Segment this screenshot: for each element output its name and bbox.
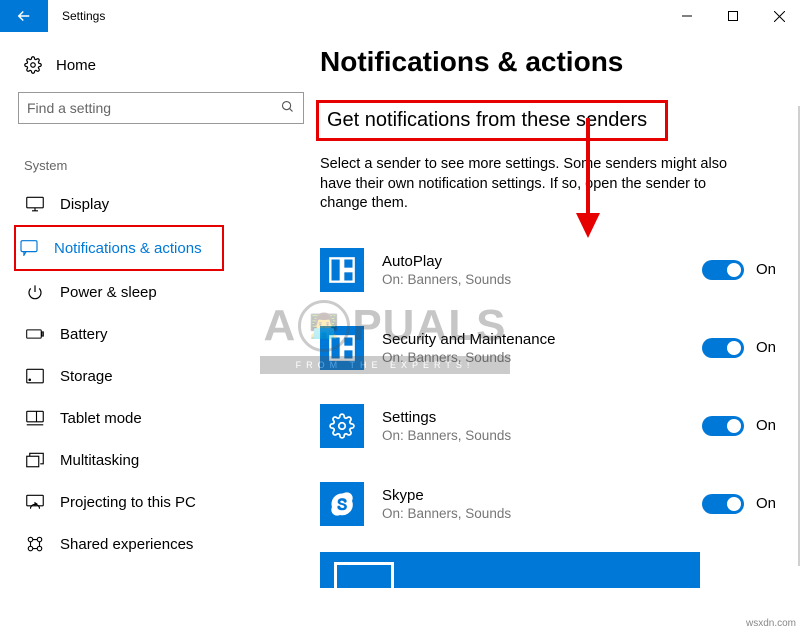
minimize-button[interactable] — [664, 0, 710, 32]
skype-icon — [320, 482, 364, 526]
page-title: Notifications & actions — [316, 40, 776, 100]
sender-name: Skype — [382, 487, 702, 504]
close-button[interactable] — [756, 0, 802, 32]
settings-app-icon — [320, 404, 364, 448]
notifications-icon — [20, 239, 38, 257]
sender-sub: On: Banners, Sounds — [382, 428, 702, 443]
window-title: Settings — [48, 0, 119, 32]
battery-icon — [26, 325, 44, 343]
tablet-icon — [26, 409, 44, 427]
nav-label: Tablet mode — [60, 410, 142, 427]
toggle-label: On — [756, 339, 776, 356]
sender-sub: On: Banners, Sounds — [382, 272, 702, 287]
sidebar-item-power[interactable]: Power & sleep — [18, 271, 228, 313]
nav-label: Projecting to this PC — [60, 494, 196, 511]
autoplay-icon — [320, 248, 364, 292]
back-button[interactable] — [0, 0, 48, 32]
toggle-label: On — [756, 495, 776, 512]
projecting-icon — [26, 493, 44, 511]
sidebar-item-multitasking[interactable]: Multitasking — [18, 439, 228, 481]
security-icon — [320, 326, 364, 370]
sender-autoplay[interactable]: AutoPlay On: Banners, Sounds On — [320, 238, 776, 316]
scrollbar[interactable] — [798, 106, 800, 566]
sidebar-item-shared[interactable]: Shared experiences — [18, 523, 228, 565]
sidebar-item-display[interactable]: Display — [18, 183, 228, 225]
sender-skype[interactable]: Skype On: Banners, Sounds On — [320, 472, 776, 550]
search-icon — [280, 99, 295, 117]
sender-security[interactable]: Security and Maintenance On: Banners, So… — [320, 316, 776, 394]
nav-label: Display — [60, 196, 109, 213]
nav-label: Shared experiences — [60, 536, 193, 553]
sidebar-group-label: System — [18, 152, 304, 183]
sender-name: AutoPlay — [382, 253, 702, 270]
sender-name: Settings — [382, 409, 702, 426]
power-icon — [26, 283, 44, 301]
sidebar-item-notifications[interactable]: Notifications & actions — [14, 225, 224, 271]
sidebar-item-battery[interactable]: Battery — [18, 313, 228, 355]
sidebar-item-storage[interactable]: Storage — [18, 355, 228, 397]
toggle-autoplay[interactable] — [702, 260, 744, 280]
source-watermark: wsxdn.com — [746, 618, 796, 629]
sidebar-item-projecting[interactable]: Projecting to this PC — [18, 481, 228, 523]
toggle-label: On — [756, 261, 776, 278]
section-heading: Get notifications from these senders — [316, 100, 668, 141]
sidebar: Home Find a setting System Display Notif… — [0, 40, 316, 633]
display-icon — [26, 195, 44, 213]
toggle-security[interactable] — [702, 338, 744, 358]
search-input[interactable]: Find a setting — [18, 92, 304, 124]
section-description: Select a sender to see more settings. So… — [316, 141, 736, 238]
sender-settings[interactable]: Settings On: Banners, Sounds On — [320, 394, 776, 472]
search-placeholder: Find a setting — [27, 100, 111, 116]
shared-icon — [26, 535, 44, 553]
sender-sub: On: Banners, Sounds — [382, 350, 702, 365]
gear-icon — [24, 56, 42, 74]
nav-label: Power & sleep — [60, 284, 157, 301]
sender-sub: On: Banners, Sounds — [382, 506, 702, 521]
storage-icon — [26, 367, 44, 385]
main-panel: Notifications & actions Get notification… — [316, 40, 802, 633]
toggle-label: On — [756, 417, 776, 434]
home-nav[interactable]: Home — [18, 40, 304, 92]
toggle-settings[interactable] — [702, 416, 744, 436]
maximize-button[interactable] — [710, 0, 756, 32]
toggle-skype[interactable] — [702, 494, 744, 514]
multitasking-icon — [26, 451, 44, 469]
home-label: Home — [56, 57, 96, 74]
nav-label: Storage — [60, 368, 113, 385]
sender-next-tile[interactable] — [320, 552, 700, 588]
nav-label: Battery — [60, 326, 108, 343]
sidebar-item-tablet[interactable]: Tablet mode — [18, 397, 228, 439]
nav-label: Notifications & actions — [54, 240, 202, 257]
nav-label: Multitasking — [60, 452, 139, 469]
titlebar: Settings — [0, 0, 802, 32]
sender-name: Security and Maintenance — [382, 331, 702, 348]
